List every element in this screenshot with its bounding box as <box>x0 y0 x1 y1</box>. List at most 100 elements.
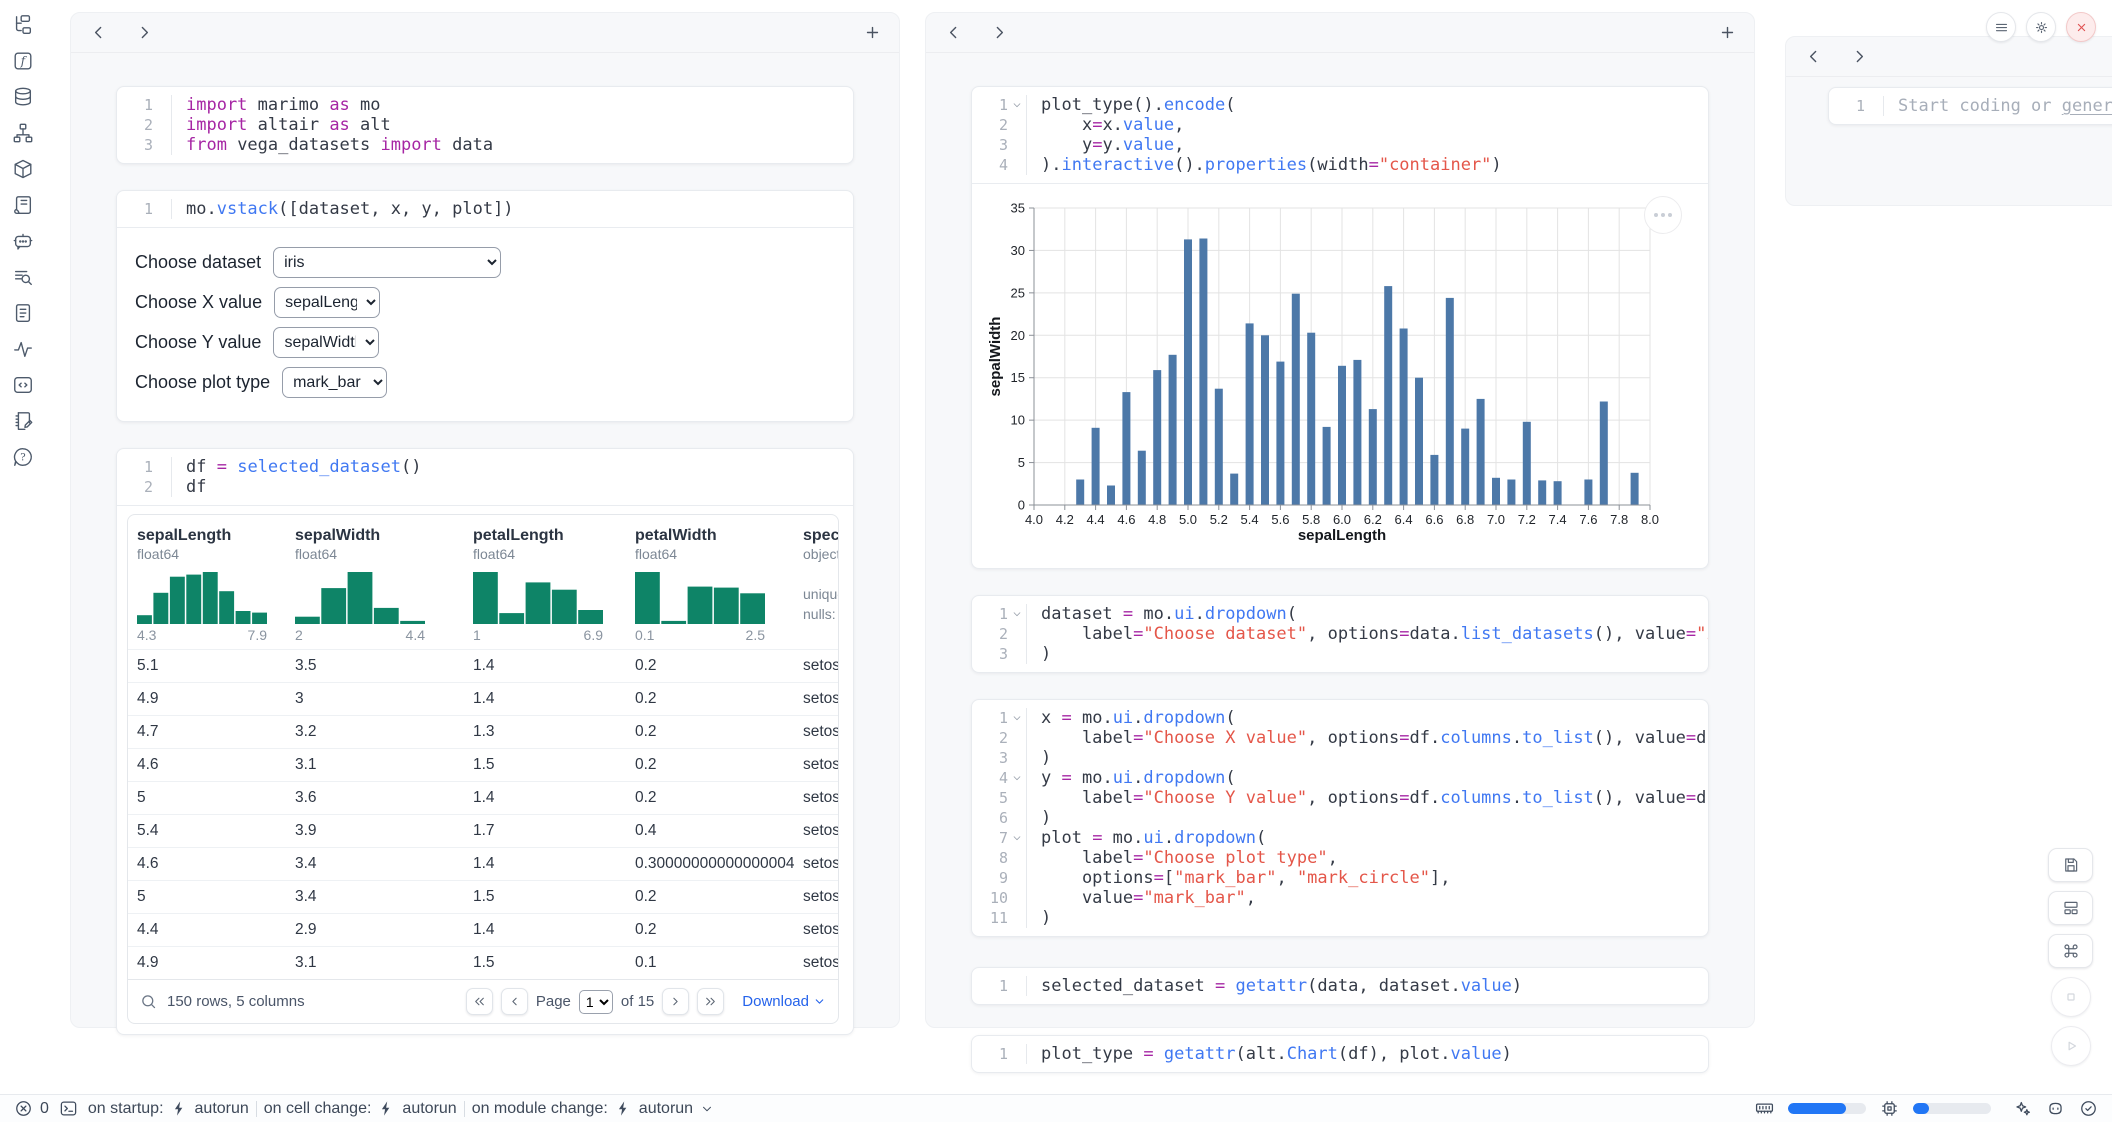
code-line[interactable]: 11) <box>972 908 1708 928</box>
code-line[interactable]: 2 label="Choose dataset", options=data.l… <box>972 624 1708 644</box>
code-line[interactable]: 10 value="mark_bar", <box>972 888 1708 908</box>
errors-indicator[interactable]: 0 <box>14 1099 49 1118</box>
table-column-header[interactable]: sepalWidthfloat64 24.4 <box>286 527 464 643</box>
prev-page-button[interactable] <box>501 988 528 1015</box>
copilot-icon[interactable] <box>2046 1099 2065 1118</box>
settings-button[interactable] <box>2026 12 2056 42</box>
runtime-setting-on-cell-change[interactable]: on cell change:autorun <box>264 1100 457 1118</box>
next-page-button[interactable] <box>662 988 689 1015</box>
code-editor[interactable]: 1mo.vstack([dataset, x, y, plot]) <box>117 191 853 227</box>
table-row[interactable]: 4.63.41.40.30000000000000004setosa <box>128 847 838 880</box>
dropdown-choose-y-value[interactable]: sepalWidth <box>273 327 379 358</box>
table-row[interactable]: 4.93.11.50.1setosa <box>128 946 838 979</box>
file-explorer-icon[interactable] <box>8 14 38 36</box>
code-line[interactable]: 1x = mo.ui.dropdown( <box>972 708 1708 728</box>
download-button[interactable]: Download <box>742 993 826 1010</box>
code-line[interactable]: 3from vega_datasets import data <box>117 135 853 155</box>
first-page-button[interactable] <box>466 988 493 1015</box>
code-line[interactable]: 3 y=y.value, <box>972 135 1708 155</box>
code-line[interactable]: 1plot_type = getattr(alt.Chart(df), plot… <box>972 1044 1708 1064</box>
editor-placeholder[interactable]: Start coding or generate with <box>1883 96 2112 116</box>
code-line[interactable]: 7plot = mo.ui.dropdown( <box>972 828 1708 848</box>
stop-button[interactable] <box>2051 977 2091 1017</box>
runtime-setting-on-module-change[interactable]: on module change:autorun <box>472 1100 714 1118</box>
code-cell-selected-dataset[interactable]: 1selected_dataset = getattr(data, datase… <box>971 967 1709 1005</box>
code-editor[interactable]: 1selected_dataset = getattr(data, datase… <box>972 968 1708 1004</box>
add-cell-button[interactable] <box>861 22 883 44</box>
connection-status-icon[interactable] <box>2079 1099 2098 1118</box>
code-cell-imports[interactable]: 1import marimo as mo2import altair as al… <box>116 86 854 164</box>
table-row[interactable]: 53.61.40.2setosa <box>128 781 838 814</box>
ai-sparkles-icon[interactable] <box>2013 1099 2032 1118</box>
code-line[interactable]: 1import marimo as mo <box>117 95 853 115</box>
code-cell-dataframe[interactable]: 1df = selected_dataset()2df sepalLengthf… <box>116 448 854 1035</box>
fold-chevron-icon[interactable] <box>1008 604 1026 624</box>
table-column-header[interactable]: sepalLengthfloat64 4.37.9 <box>128 527 286 643</box>
code-line[interactable]: 4).interactive().properties(width="conta… <box>972 155 1708 175</box>
column-histogram[interactable] <box>473 572 603 624</box>
code-line[interactable]: 1selected_dataset = getattr(data, datase… <box>972 976 1708 996</box>
column-scroll-right-button[interactable] <box>988 22 1010 44</box>
outline-icon[interactable] <box>8 266 38 288</box>
code-line[interactable]: 2 x=x.value, <box>972 115 1708 135</box>
code-editor[interactable]: 1plot_type().encode(2 x=x.value,3 y=y.va… <box>972 87 1708 183</box>
code-editor[interactable]: 1dataset = mo.ui.dropdown(2 label="Choos… <box>972 596 1708 672</box>
packages-icon[interactable] <box>8 158 38 180</box>
command-palette-button[interactable] <box>2048 934 2093 968</box>
column-scroll-left-button[interactable] <box>1802 46 1824 68</box>
dropdown-choose-plot-type[interactable]: mark_bar <box>282 367 387 398</box>
table-column-header[interactable]: petalLengthfloat64 16.9 <box>464 527 626 643</box>
last-page-button[interactable] <box>697 988 724 1015</box>
chat-icon[interactable] <box>8 230 38 252</box>
code-line[interactable]: 9 options=["mark_bar", "mark_circle"], <box>972 868 1708 888</box>
code-cell-dataset-dropdown[interactable]: 1dataset = mo.ui.dropdown(2 label="Choos… <box>971 595 1709 673</box>
code-line[interactable]: 1plot_type().encode( <box>972 95 1708 115</box>
help-icon[interactable]: ? <box>8 446 38 468</box>
code-cell-empty[interactable]: 1 Start coding or generate with <box>1828 87 2112 125</box>
dropdown-choose-x-value[interactable]: sepalLength <box>274 287 380 318</box>
bar-chart[interactable]: 4.04.24.44.64.85.05.25.45.65.86.06.26.46… <box>988 200 1692 550</box>
datasources-icon[interactable] <box>8 86 38 108</box>
code-line[interactable]: 2import altair as alt <box>117 115 853 135</box>
code-editor[interactable]: 1x = mo.ui.dropdown(2 label="Choose X va… <box>972 700 1708 936</box>
table-row[interactable]: 4.42.91.40.2setosa <box>128 913 838 946</box>
code-editor[interactable]: 1df = selected_dataset()2df <box>117 449 853 505</box>
runtime-setting-on-startup[interactable]: on startup:autorun <box>88 1100 249 1118</box>
run-button[interactable] <box>2051 1026 2091 1066</box>
dependency-graph-icon[interactable] <box>8 122 38 144</box>
table-row[interactable]: 5.13.51.40.2setosa <box>128 649 838 682</box>
logs-icon[interactable] <box>8 194 38 216</box>
fold-chevron-icon[interactable] <box>1008 768 1026 788</box>
table-column-header[interactable]: petalWidthfloat64 0.12.5 <box>626 527 794 643</box>
code-line[interactable]: 8 label="Choose plot type", <box>972 848 1708 868</box>
fold-chevron-icon[interactable] <box>1008 828 1026 848</box>
table-row[interactable]: 4.63.11.50.2setosa <box>128 748 838 781</box>
table-row[interactable]: 4.931.40.2setosa <box>128 682 838 715</box>
code-line[interactable]: 2df <box>117 477 853 497</box>
code-line[interactable]: 3) <box>972 748 1708 768</box>
table-column-header[interactable]: speciesobjectunique:nulls: <box>794 527 839 643</box>
scratchpad-icon[interactable] <box>8 410 38 432</box>
shutdown-button[interactable] <box>2066 12 2096 42</box>
fold-chevron-icon[interactable] <box>1008 95 1026 115</box>
code-cell-plot-type[interactable]: 1plot_type = getattr(alt.Chart(df), plot… <box>971 1035 1709 1073</box>
code-line[interactable]: 1dataset = mo.ui.dropdown( <box>972 604 1708 624</box>
generate-link[interactable]: generate <box>2062 96 2112 116</box>
add-cell-button[interactable] <box>1716 22 1738 44</box>
tracing-icon[interactable] <box>8 338 38 360</box>
menu-button[interactable] <box>1986 12 2016 42</box>
column-histogram[interactable] <box>137 572 267 624</box>
code-cell-vstack[interactable]: 1mo.vstack([dataset, x, y, plot]) Choose… <box>116 190 854 422</box>
save-button[interactable] <box>2048 848 2093 882</box>
code-editor[interactable]: 1import marimo as mo2import altair as al… <box>117 87 853 163</box>
code-line[interactable]: 2 label="Choose X value", options=df.col… <box>972 728 1708 748</box>
code-line[interactable]: 1df = selected_dataset() <box>117 457 853 477</box>
search-icon[interactable] <box>140 993 157 1010</box>
column-scroll-left-button[interactable] <box>87 22 109 44</box>
table-row[interactable]: 4.73.21.30.2setosa <box>128 715 838 748</box>
dropdown-choose-dataset[interactable]: iris <box>273 247 501 278</box>
chart-actions-button[interactable] <box>1644 196 1682 234</box>
documentation-icon[interactable] <box>8 302 38 324</box>
code-line[interactable]: 5 label="Choose Y value", options=df.col… <box>972 788 1708 808</box>
column-scroll-right-button[interactable] <box>133 22 155 44</box>
